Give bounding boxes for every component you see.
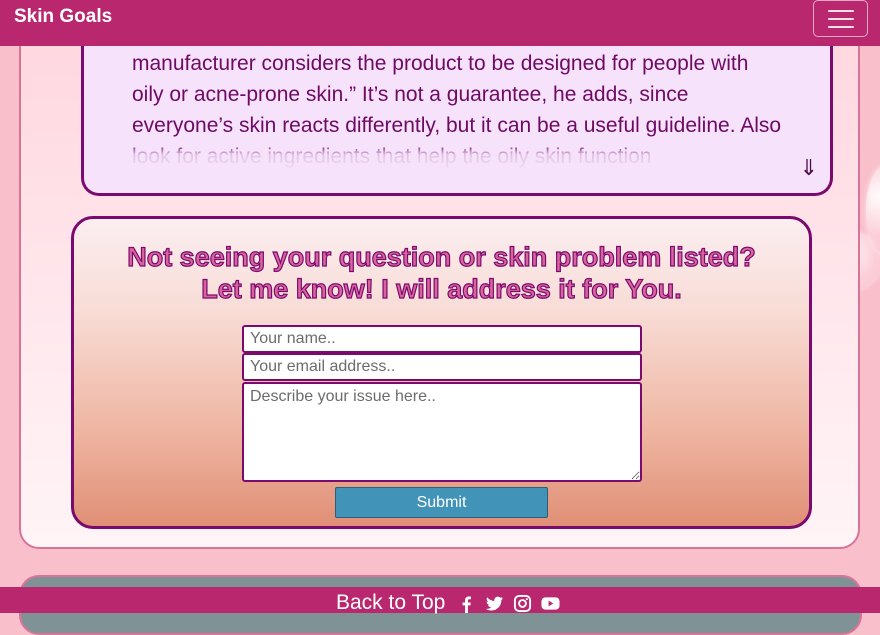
issue-textarea[interactable] xyxy=(242,382,642,482)
hamburger-menu-icon xyxy=(828,10,854,28)
navbar-toggler-button[interactable] xyxy=(813,0,868,37)
footer-bar: Back to Top xyxy=(0,587,880,616)
form-heading-line-1: Not seeing your question or skin problem… xyxy=(127,241,757,272)
facebook-icon[interactable] xyxy=(457,594,476,613)
contact-form-card: Not seeing your question or skin problem… xyxy=(71,216,812,529)
form-heading: Not seeing your question or skin problem… xyxy=(74,241,809,305)
top-navbar: Skin Goals xyxy=(0,0,880,46)
name-input[interactable] xyxy=(242,325,642,353)
article-fade-overlay xyxy=(84,144,830,174)
twitter-icon[interactable] xyxy=(485,594,504,613)
back-to-top-link[interactable]: Back to Top xyxy=(336,591,445,615)
footer-links: Back to Top xyxy=(336,590,560,616)
double-arrow-down-icon[interactable]: ⇓ xyxy=(800,158,818,180)
email-input[interactable] xyxy=(242,353,642,381)
instagram-icon[interactable] xyxy=(513,594,532,613)
submit-button[interactable]: Submit xyxy=(335,487,548,518)
form-heading-line-2: Let me know! I will address it for You. xyxy=(201,273,683,304)
article-scroll-box[interactable]: manufacturer considers the product to be… xyxy=(81,20,833,196)
brand-logo-text[interactable]: Skin Goals xyxy=(14,6,112,28)
youtube-icon[interactable] xyxy=(541,594,560,613)
